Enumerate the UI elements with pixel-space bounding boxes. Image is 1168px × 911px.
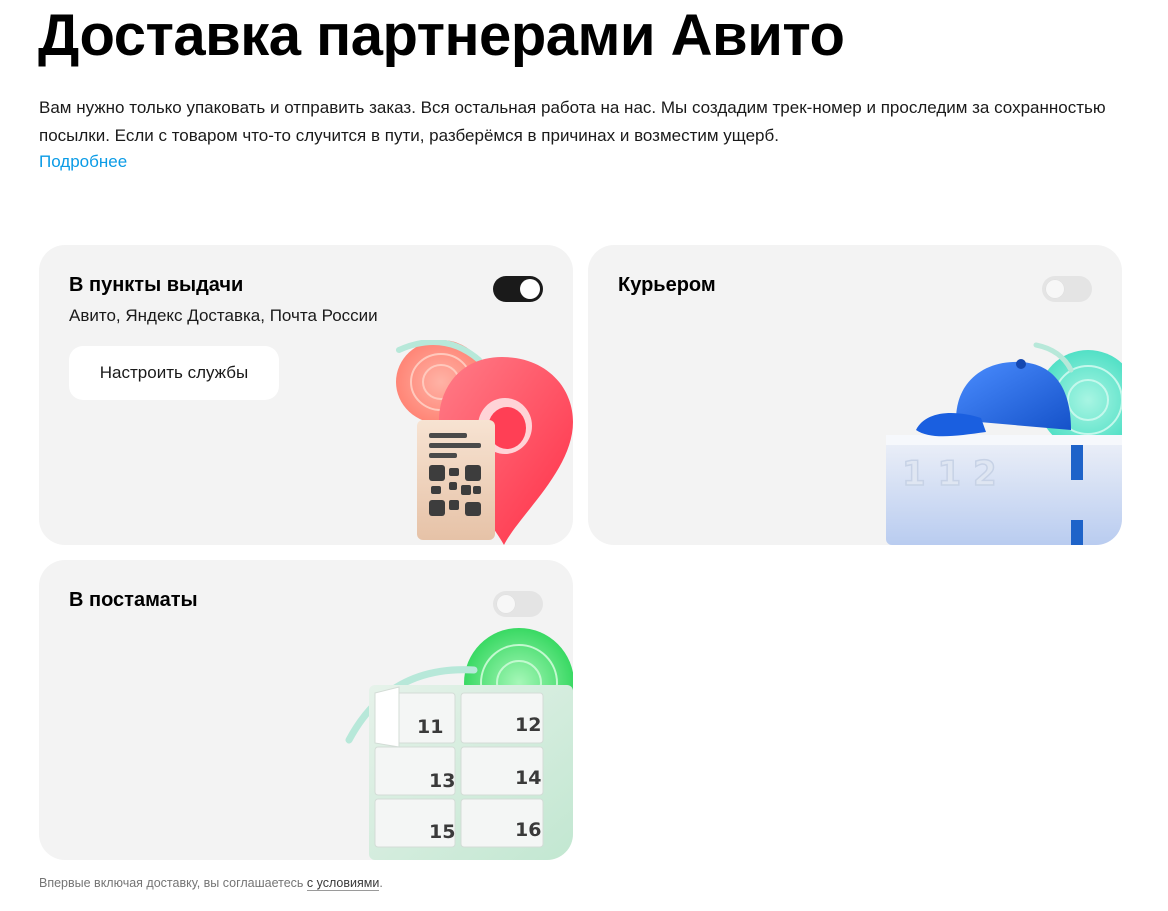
card-pickup-title: В пункты выдачи bbox=[69, 274, 244, 296]
configure-services-button[interactable]: Настроить службы bbox=[69, 346, 279, 400]
locker-cell-12: 12 bbox=[515, 714, 541, 736]
intro-text: Вам нужно только упаковать и отправить з… bbox=[39, 98, 1106, 145]
locker-cell-15: 15 bbox=[429, 821, 455, 843]
card-courier-title: Курьером bbox=[618, 274, 716, 296]
card-pickup-points: В пункты выдачи Авито, Яндекс Доставка, … bbox=[39, 245, 573, 545]
svg-text:1 1 2: 1 1 2 bbox=[902, 454, 997, 494]
map-pin-illustration bbox=[396, 340, 573, 545]
card-lockers-title: В постаматы bbox=[69, 589, 198, 611]
box-with-cap-illustration: 1 1 2 bbox=[886, 342, 1122, 545]
toggle-knob bbox=[1045, 279, 1065, 299]
toggle-knob bbox=[496, 594, 516, 614]
terms-link[interactable]: с условиями bbox=[306, 876, 380, 891]
locker-cell-16: 16 bbox=[515, 819, 541, 841]
parcel-locker-illustration: 11 12 13 14 15 16 bbox=[345, 628, 573, 860]
locker-cell-14: 14 bbox=[515, 767, 541, 789]
pickup-toggle[interactable] bbox=[493, 276, 543, 302]
more-link[interactable]: Подробнее bbox=[39, 148, 127, 176]
lockers-toggle[interactable] bbox=[493, 591, 543, 617]
locker-cell-13: 13 bbox=[429, 770, 455, 792]
locker-cell-11: 11 bbox=[417, 716, 443, 738]
terms-footer: Впервые включая доставку, вы соглашаетес… bbox=[39, 876, 383, 891]
toggle-knob bbox=[520, 279, 540, 299]
card-parcel-lockers: В постаматы 11 12 13 14 15 16 bbox=[39, 560, 573, 860]
card-pickup-subtitle: Авито, Яндекс Доставка, Почта России bbox=[69, 306, 378, 325]
terms-text: Впервые включая доставку, вы соглашаетес… bbox=[39, 876, 307, 890]
courier-toggle[interactable] bbox=[1042, 276, 1092, 302]
card-courier: Курьером 1 1 2 bbox=[588, 245, 1122, 545]
page-title: Доставка партнерами Авито bbox=[38, 3, 845, 68]
page: Доставка партнерами Авито Вам нужно толь… bbox=[0, 0, 1168, 911]
terms-tail: . bbox=[379, 876, 383, 890]
